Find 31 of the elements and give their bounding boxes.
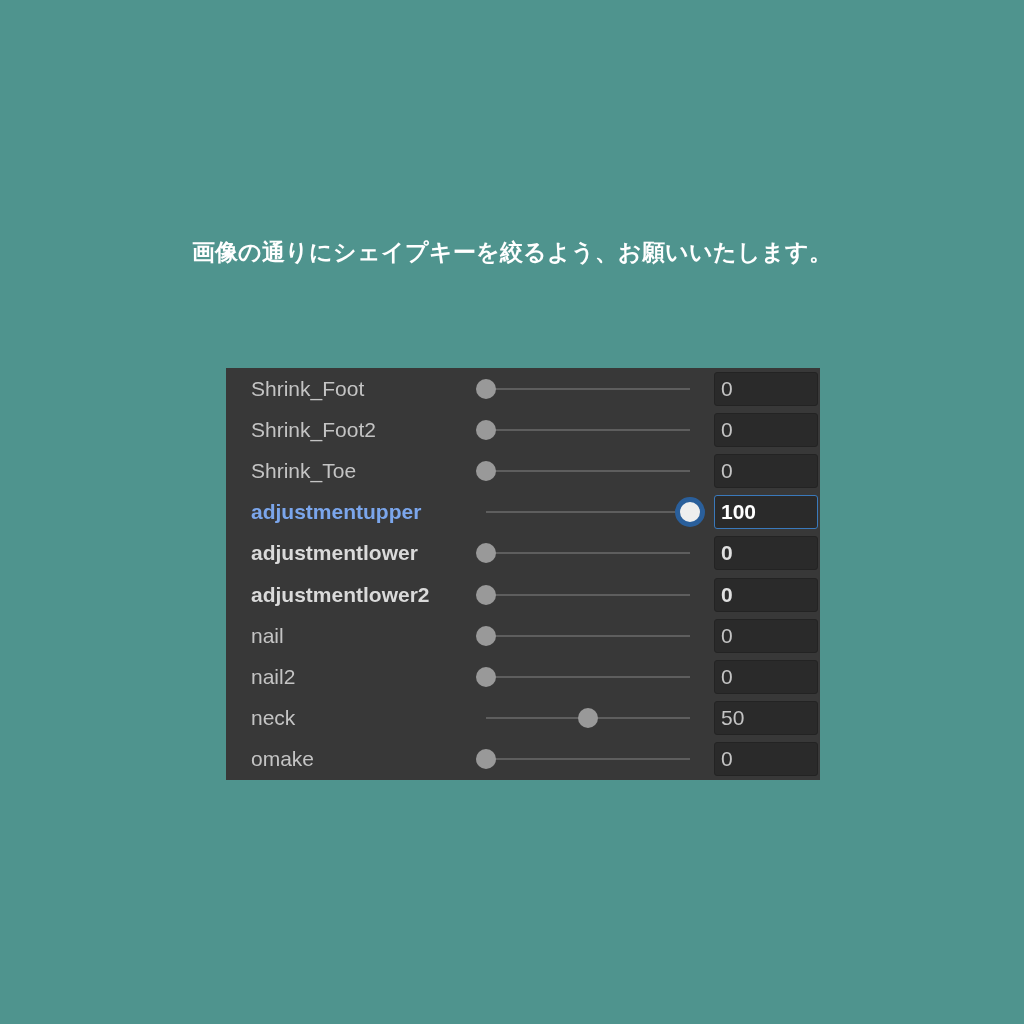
blendshape-label: Shrink_Foot: [251, 376, 366, 401]
blendshape-label: nail: [251, 623, 285, 648]
value-field[interactable]: 0: [714, 659, 818, 694]
blendshape-label: nail2: [251, 664, 297, 689]
value-field[interactable]: 0: [714, 371, 818, 406]
blendshape-label: neck: [251, 706, 297, 731]
value-field[interactable]: 0: [714, 412, 818, 447]
value-field[interactable]: 0: [714, 453, 818, 488]
slider-thumb[interactable]: [476, 419, 496, 440]
value-field[interactable]: 0: [714, 742, 818, 777]
slider-thumb[interactable]: [476, 625, 496, 646]
slider-thumb[interactable]: [476, 584, 496, 605]
blendshape-label: omake: [251, 747, 316, 772]
slider-thumb[interactable]: [476, 460, 496, 481]
blendshape-label: adjustmentlower: [251, 541, 419, 566]
blendshape-label: adjustmentlower2: [251, 582, 431, 607]
blendshape-label: Shrink_Foot2: [251, 417, 377, 442]
value-field[interactable]: 50: [714, 701, 818, 736]
instruction-heading: 画像の通りにシェイプキーを絞るよう、お願いいたします。: [192, 238, 832, 267]
slider-thumb[interactable]: [476, 378, 496, 399]
blendshape-label: adjustmentupper: [251, 500, 423, 525]
value-field[interactable]: 100: [714, 495, 818, 530]
slider-thumb[interactable]: [578, 708, 598, 729]
slider-thumb[interactable]: [675, 497, 705, 528]
slider-thumb[interactable]: [476, 543, 496, 564]
value-field[interactable]: 0: [714, 577, 818, 612]
value-field[interactable]: 0: [714, 536, 818, 571]
blendshape-label: Shrink_Toe: [251, 458, 358, 483]
slider-thumb[interactable]: [476, 749, 496, 770]
slider-thumb[interactable]: [476, 666, 496, 687]
value-field[interactable]: 0: [714, 618, 818, 653]
